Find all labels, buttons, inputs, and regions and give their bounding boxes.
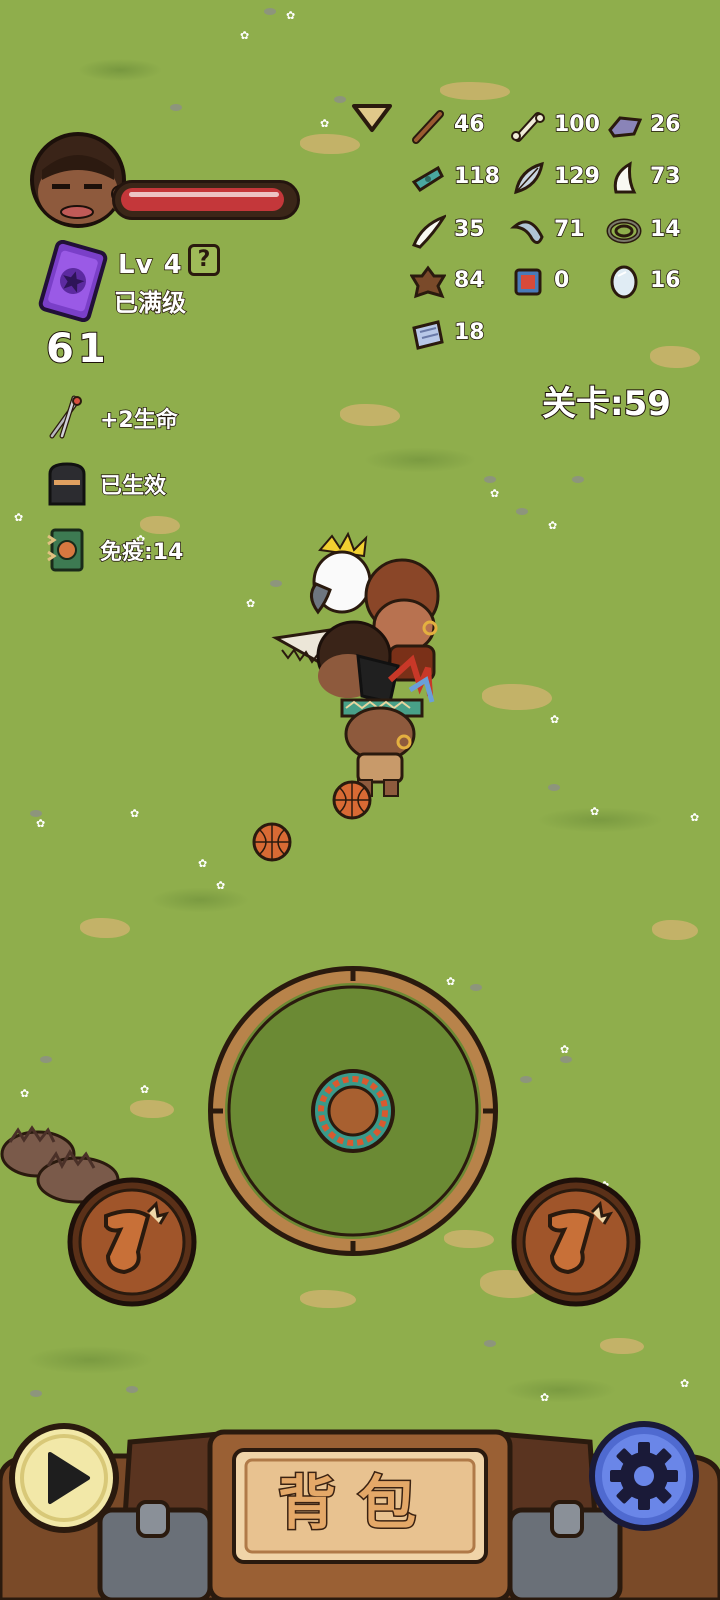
horn-icon: [412, 214, 446, 249]
resource-collapse-toggle[interactable]: [350, 102, 394, 134]
resource-horn: 35: [410, 211, 510, 251]
resource-count: 35: [453, 216, 485, 243]
movement-joystick[interactable]: [206, 964, 500, 1258]
backpack-button[interactable]: 背包: [246, 1456, 470, 1540]
iron-ingot-icon: [608, 116, 642, 138]
mirror-icon: [610, 265, 638, 299]
stage-label: 关卡:: [541, 383, 625, 425]
resource-rope: 14: [606, 211, 706, 251]
resource-count: 26: [649, 111, 681, 138]
tooth-icon: [613, 161, 637, 194]
resource-tooth: 73: [606, 158, 706, 198]
buff-life-label: +2生命: [99, 407, 178, 434]
resource-count: 71: [553, 216, 585, 243]
resource-feather: 129: [510, 158, 610, 198]
stick-icon: [412, 110, 444, 144]
resource-stick: 46: [410, 106, 510, 146]
level-card-icon[interactable]: [34, 240, 112, 322]
feather-icon: [514, 161, 544, 195]
resource-count: 0: [553, 267, 570, 294]
resource-count: 118: [453, 163, 500, 190]
level-help-button[interactable]: ?: [188, 244, 220, 276]
player-avatar: [30, 132, 128, 228]
scroll-icon: [412, 320, 444, 350]
stage-value: 59: [623, 383, 672, 425]
resource-iron-ingot: 26: [606, 106, 706, 146]
claw-icon: [510, 220, 544, 244]
level-status: 已满级: [113, 288, 187, 318]
tombstone-icon: [48, 462, 86, 506]
resource-count: 73: [649, 163, 681, 190]
basketball-projectile: [332, 780, 372, 820]
attack-button-left[interactable]: [66, 1176, 198, 1308]
leaf-icon: [411, 165, 444, 193]
resource-count: 16: [649, 267, 681, 294]
resource-claw: 71: [510, 211, 610, 251]
player-party: [271, 531, 440, 797]
stage-indicator: 关卡:59: [541, 376, 672, 425]
chip-icon: [514, 268, 542, 296]
level-label: Lv 4: [117, 249, 183, 281]
attack-button-right[interactable]: [510, 1176, 642, 1308]
resource-mirror: 16: [606, 262, 706, 302]
resource-count: 100: [553, 111, 600, 138]
needles-icon: [49, 395, 82, 439]
buff-immunity-label: 免疫:14: [99, 539, 184, 566]
resource-count: 18: [453, 319, 485, 346]
play-button[interactable]: [8, 1422, 120, 1534]
resource-count: 129: [553, 163, 600, 190]
resource-leaf: 118: [410, 158, 510, 198]
buff-active-label: 已生效: [99, 473, 167, 500]
resource-hide: 84: [410, 262, 510, 302]
shield-book-icon: [47, 528, 84, 572]
joystick-knob: [311, 1069, 395, 1153]
health-bar: [112, 180, 300, 220]
resource-count: 14: [649, 216, 681, 243]
resource-bone: 100: [510, 106, 610, 146]
resource-count: 84: [453, 267, 485, 294]
resource-count: 46: [453, 111, 485, 138]
bone-icon: [511, 112, 545, 142]
score-counter: 61: [45, 325, 110, 373]
rope-icon: [606, 218, 642, 244]
resource-scroll: 18: [410, 314, 510, 354]
hide-icon: [410, 265, 446, 299]
settings-gear-button[interactable]: [588, 1420, 700, 1532]
basketball-projectile: [252, 822, 292, 862]
resource-chip: 0: [510, 262, 610, 302]
